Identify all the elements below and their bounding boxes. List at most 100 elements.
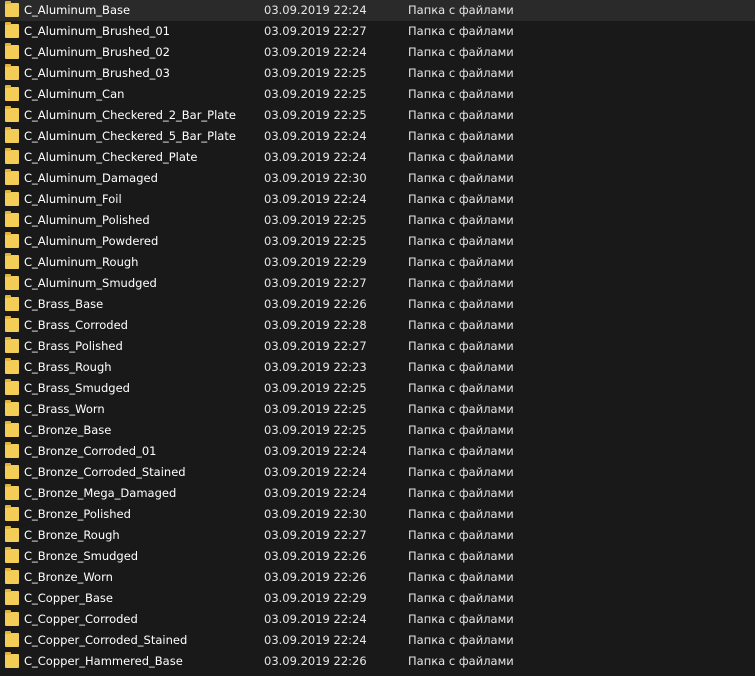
file-type: Папка с файлами [408,129,514,143]
file-date: 03.09.2019 22:25 [264,66,367,80]
list-item[interactable]: C_Aluminum_Base 03.09.2019 22:24 Папка с ф… [0,0,755,21]
file-name: C_Bronze_Mega_Damaged [24,486,177,500]
list-item[interactable]: C_Bronze_Corroded_Stained 03.09.2019 22:2… [0,462,755,483]
file-date: 03.09.2019 22:24 [264,633,367,647]
file-list: C_Aluminum_Base 03.09.2019 22:24 Папка с ф… [0,0,755,676]
list-item[interactable]: C_Bronze_Smudged 03.09.2019 22:26 Папка с … [0,546,755,567]
list-item[interactable]: C_Aluminum_Brushed_01 03.09.2019 22:27 Пап… [0,21,755,42]
folder-icon [5,106,19,122]
file-name: C_Aluminum_Smudged [24,276,157,290]
file-name: C_Aluminum_Checkered_2_Bar_Plate [24,108,236,122]
file-type: Папка с файлами [408,87,514,101]
folder-icon [5,379,19,395]
folder-icon [5,547,19,563]
file-type: Папка с файлами [408,24,514,38]
file-type: Папка с файлами [408,402,514,416]
file-type: Папка с файлами [408,381,514,395]
file-type: Папка с файлами [408,654,514,668]
file-type: Папка с файлами [408,423,514,437]
file-name: C_Copper_Corroded [24,612,138,626]
file-type: Папка с файлами [408,276,514,290]
list-item[interactable]: C_Brass_Rough 03.09.2019 22:23 Папка с фай… [0,357,755,378]
folder-icon [5,211,19,227]
file-name: C_Aluminum_Polished [24,213,150,227]
file-type: Папка с файлами [408,633,514,647]
list-item[interactable]: C_Aluminum_Powdered 03.09.2019 22:25 Папка… [0,231,755,252]
file-date: 03.09.2019 22:26 [264,549,367,563]
list-item[interactable]: C_Brass_Corroded 03.09.2019 22:28 Папка с … [0,315,755,336]
file-name: C_Aluminum_Rough [24,255,139,269]
list-item[interactable]: C_Bronze_Base 03.09.2019 22:25 Папка с фай… [0,420,755,441]
file-name: C_Copper_Base [24,591,114,605]
file-name: C_Aluminum_Base [24,3,131,17]
list-item[interactable]: C_Aluminum_Brushed_03 03.09.2019 22:25 Пап… [0,63,755,84]
file-name: C_Brass_Smudged [24,381,130,395]
file-date: 03.09.2019 22:28 [264,318,367,332]
list-item[interactable]: C_Aluminum_Smudged 03.09.2019 22:27 Папка … [0,273,755,294]
file-name: C_Aluminum_Foil [24,192,122,206]
list-item[interactable]: C_Bronze_Mega_Damaged 03.09.2019 22:24 Пап… [0,483,755,504]
list-item[interactable]: C_Aluminum_Can 03.09.2019 22:25 Папка с фа… [0,84,755,105]
file-date: 03.09.2019 22:25 [264,234,367,248]
folder-icon [5,337,19,353]
folder-icon [5,295,19,311]
list-item[interactable]: C_Copper_Corroded 03.09.2019 22:24 Папка с… [0,609,755,630]
file-date: 03.09.2019 22:30 [264,171,367,185]
file-type: Папка с файлами [408,444,514,458]
list-item[interactable]: C_Brass_Polished 03.09.2019 22:27 Папка с … [0,336,755,357]
file-name: C_Bronze_Smudged [24,549,139,563]
folder-icon [5,484,19,500]
folder-icon [5,232,19,248]
list-item[interactable]: C_Bronze_Worn 03.09.2019 22:26 Папка с фай… [0,567,755,588]
file-date: 03.09.2019 22:26 [264,570,367,584]
file-name: C_Aluminum_Damaged [24,171,158,185]
list-item[interactable]: C_Bronze_Polished 03.09.2019 22:30 Папка с… [0,504,755,525]
list-item[interactable]: C_Aluminum_Checkered_5_Bar_Plate 03.09.20… [0,126,755,147]
file-type: Папка с файлами [408,297,514,311]
list-item[interactable]: C_Copper_Hammered_Base 03.09.2019 22:26 Па… [0,651,755,672]
folder-icon [5,127,19,143]
list-item[interactable]: C_Aluminum_Brushed_02 03.09.2019 22:24 Пап… [0,42,755,63]
file-name: C_Bronze_Corroded_Stained [24,465,186,479]
list-item[interactable]: C_Aluminum_Checkered_2_Bar_Plate 03.09.20… [0,105,755,126]
list-item[interactable]: C_Brass_Worn 03.09.2019 22:25 Папка с файл… [0,399,755,420]
folder-icon [5,442,19,458]
file-type: Папка с файлами [408,507,514,521]
list-item[interactable]: C_Aluminum_Damaged 03.09.2019 22:30 Папка … [0,168,755,189]
file-date: 03.09.2019 22:25 [264,402,367,416]
file-name: C_Aluminum_Checkered_Plate [24,150,198,164]
file-name: C_Brass_Rough [24,360,112,374]
list-item[interactable]: C_Copper_Base 03.09.2019 22:29 Папка с фай… [0,588,755,609]
file-type: Папка с файлами [408,45,514,59]
file-type: Папка с файлами [408,549,514,563]
folder-icon [5,631,19,647]
file-date: 03.09.2019 22:25 [264,213,367,227]
list-item[interactable]: C_Copper_Corroded_Stained 03.09.2019 22:2… [0,630,755,651]
file-date: 03.09.2019 22:23 [264,360,367,374]
folder-icon [5,1,19,17]
list-item[interactable]: C_Bronze_Corroded_01 03.09.2019 22:24 Папк… [0,441,755,462]
file-date: 03.09.2019 22:24 [264,465,367,479]
list-item[interactable]: C_Brass_Smudged 03.09.2019 22:25 Папка с ф… [0,378,755,399]
folder-icon [5,148,19,164]
file-name: C_Bronze_Corroded_01 [24,444,157,458]
file-type: Папка с файлами [408,318,514,332]
list-item[interactable]: C_Bronze_Rough 03.09.2019 22:27 Папка с фа… [0,525,755,546]
file-name: C_Bronze_Base [24,423,112,437]
file-type: Папка с файлами [408,591,514,605]
list-item[interactable]: C_Aluminum_Checkered_Plate 03.09.2019 22:… [0,147,755,168]
file-type: Папка с файлами [408,234,514,248]
file-date: 03.09.2019 22:26 [264,654,367,668]
file-type: Папка с файлами [408,360,514,374]
file-date: 03.09.2019 22:26 [264,297,367,311]
file-type: Папка с файлами [408,465,514,479]
list-item[interactable]: C_Brass_Base 03.09.2019 22:26 Папка с файл… [0,294,755,315]
file-name: C_Brass_Base [24,297,104,311]
list-item[interactable]: C_Aluminum_Polished 03.09.2019 22:25 Папка… [0,210,755,231]
folder-icon [5,85,19,101]
file-name: C_Bronze_Polished [24,507,131,521]
file-date: 03.09.2019 22:24 [264,444,367,458]
list-item[interactable]: C_Aluminum_Rough 03.09.2019 22:29 Папка с … [0,252,755,273]
file-date: 03.09.2019 22:24 [264,129,367,143]
list-item[interactable]: C_Aluminum_Foil 03.09.2019 22:24 Папка с ф… [0,189,755,210]
